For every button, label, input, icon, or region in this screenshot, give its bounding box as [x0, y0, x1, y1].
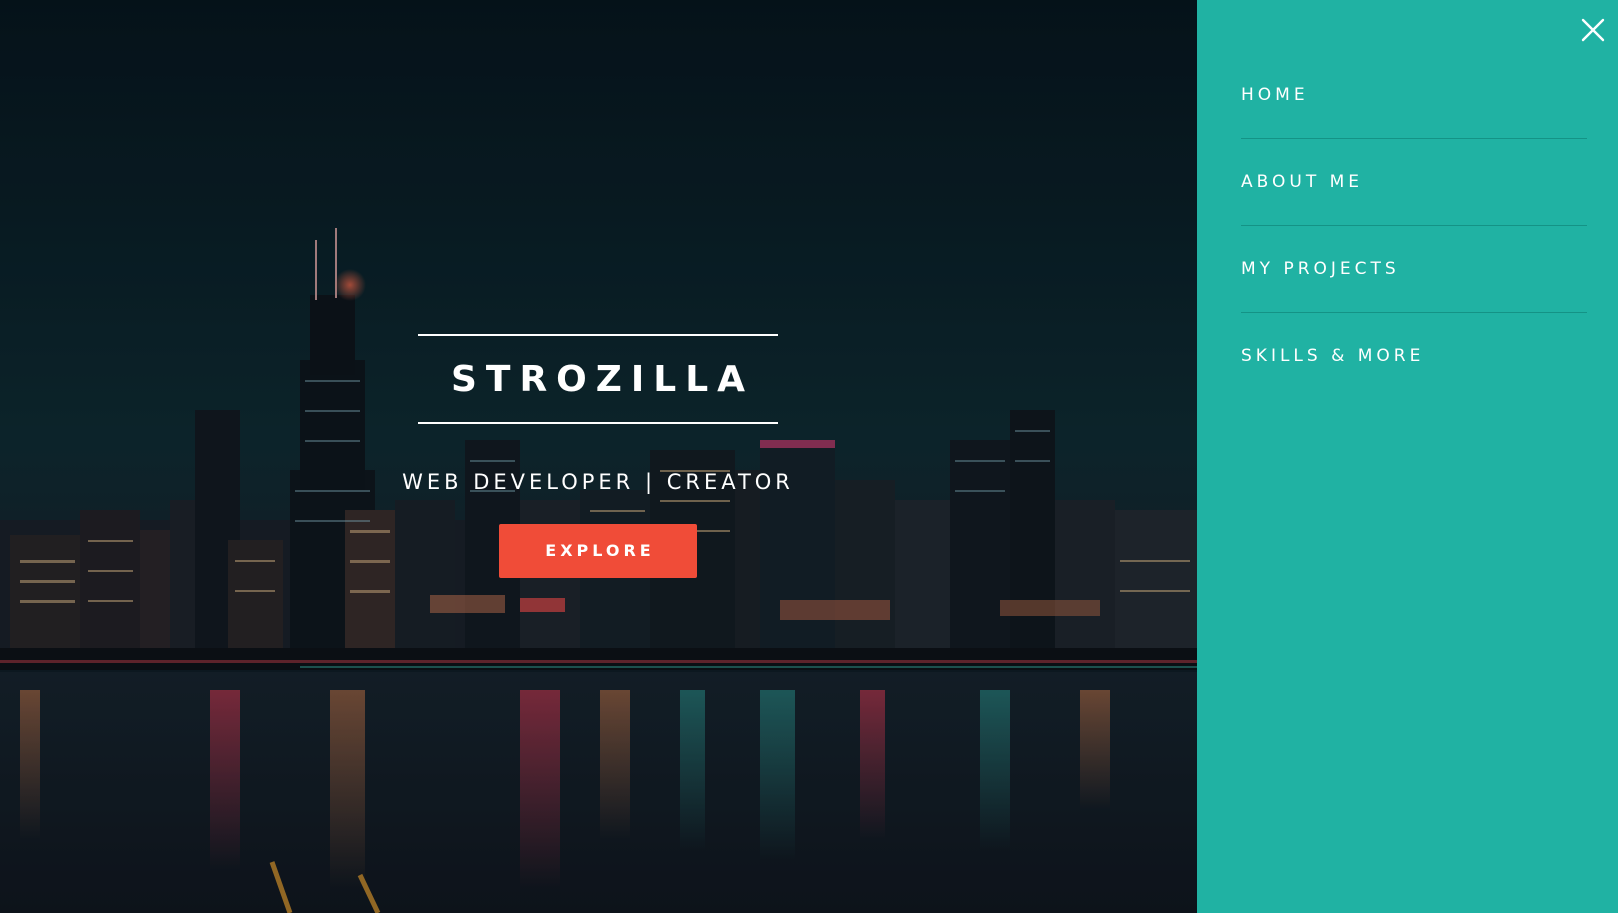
site-subtitle: WEB DEVELOPER | CREATOR: [402, 470, 794, 494]
hero-content: STROZILLA WEB DEVELOPER | CREATOR EXPLOR…: [388, 334, 808, 578]
nav-item-skills: SKILLS & MORE: [1241, 313, 1587, 400]
site-title: STROZILLA: [450, 359, 755, 400]
close-icon[interactable]: [1581, 18, 1605, 42]
hero-section: STROZILLA WEB DEVELOPER | CREATOR EXPLOR…: [0, 0, 1197, 913]
nav-item-about: ABOUT ME: [1241, 139, 1587, 226]
nav-link-home[interactable]: HOME: [1241, 52, 1587, 139]
nav-menu: HOME ABOUT ME MY PROJECTS SKILLS & MORE: [1241, 52, 1587, 400]
nav-link-projects[interactable]: MY PROJECTS: [1241, 226, 1587, 313]
page: STROZILLA WEB DEVELOPER | CREATOR EXPLOR…: [0, 0, 1618, 913]
nav-link-skills[interactable]: SKILLS & MORE: [1241, 313, 1587, 400]
nav-link-about[interactable]: ABOUT ME: [1241, 139, 1587, 226]
nav-item-projects: MY PROJECTS: [1241, 226, 1587, 313]
nav-item-home: HOME: [1241, 52, 1587, 139]
side-navigation: HOME ABOUT ME MY PROJECTS SKILLS & MORE: [1197, 0, 1618, 913]
title-frame: STROZILLA: [418, 334, 778, 424]
explore-button[interactable]: EXPLORE: [499, 524, 697, 578]
